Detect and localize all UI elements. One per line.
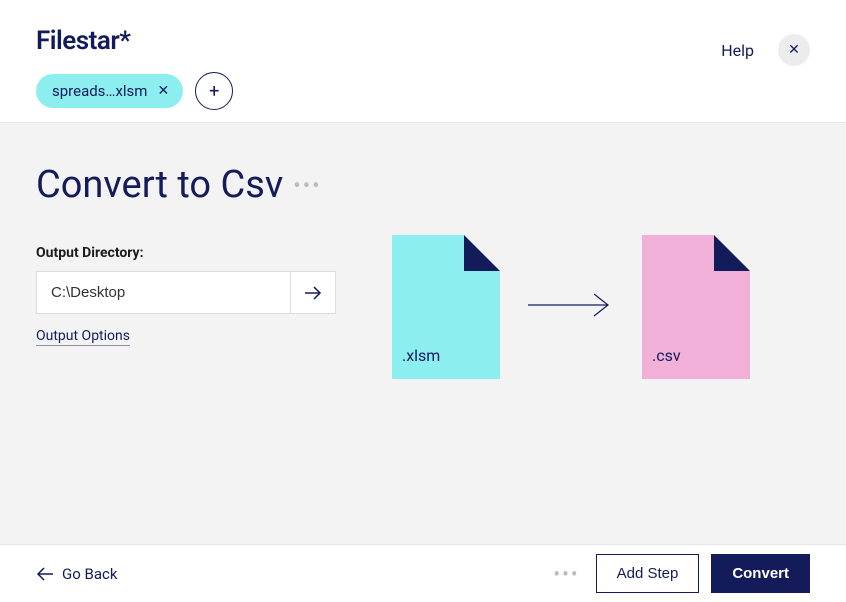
output-directory-group [36, 271, 336, 314]
output-options-link[interactable]: Output Options [36, 328, 130, 346]
go-back-button[interactable]: Go Back [36, 565, 117, 583]
header-right: Help ✕ [721, 26, 810, 66]
file-row: spreads…xlsm ✕ + [36, 72, 233, 110]
header: Filestar* spreads…xlsm ✕ + Help ✕ [0, 0, 846, 110]
plus-icon: + [209, 81, 219, 102]
target-file-icon: .csv [642, 235, 750, 379]
file-chip[interactable]: spreads…xlsm ✕ [36, 74, 183, 108]
output-section: Output Directory: Output Options [36, 245, 392, 379]
arrow-left-icon [36, 567, 54, 581]
footer-more-icon[interactable]: ••• [553, 562, 579, 586]
close-button[interactable]: ✕ [778, 34, 810, 66]
app-logo: Filestar* [36, 26, 233, 56]
target-file-ext: .csv [652, 346, 681, 365]
source-file-ext: .xlsm [402, 346, 440, 365]
footer-right: ••• Add Step Convert [553, 554, 810, 593]
arrow-right-icon [528, 293, 614, 321]
file-chip-close-icon[interactable]: ✕ [157, 84, 169, 98]
file-chip-name: spreads…xlsm [52, 82, 147, 100]
add-file-button[interactable]: + [195, 72, 233, 110]
output-directory-browse-button[interactable] [290, 271, 336, 314]
header-left: Filestar* spreads…xlsm ✕ + [36, 26, 233, 110]
output-directory-label: Output Directory: [36, 245, 392, 261]
output-directory-input[interactable] [36, 271, 290, 314]
go-back-label: Go Back [62, 565, 117, 583]
arrow-right-icon [304, 286, 322, 300]
close-icon: ✕ [788, 42, 800, 58]
title-row: Convert to Csv ••• [36, 163, 810, 207]
title-more-icon[interactable]: ••• [293, 174, 321, 199]
footer: Go Back ••• Add Step Convert [0, 544, 846, 602]
content-row: Output Directory: Output Options .xlsm [36, 245, 810, 379]
conversion-illustration: .xlsm .csv [392, 235, 810, 379]
add-step-button[interactable]: Add Step [596, 554, 700, 593]
source-file-icon: .xlsm [392, 235, 500, 379]
main: Convert to Csv ••• Output Directory: Out… [0, 122, 846, 544]
convert-button[interactable]: Convert [711, 554, 810, 593]
help-link[interactable]: Help [721, 41, 754, 60]
page-title: Convert to Csv [36, 163, 283, 207]
